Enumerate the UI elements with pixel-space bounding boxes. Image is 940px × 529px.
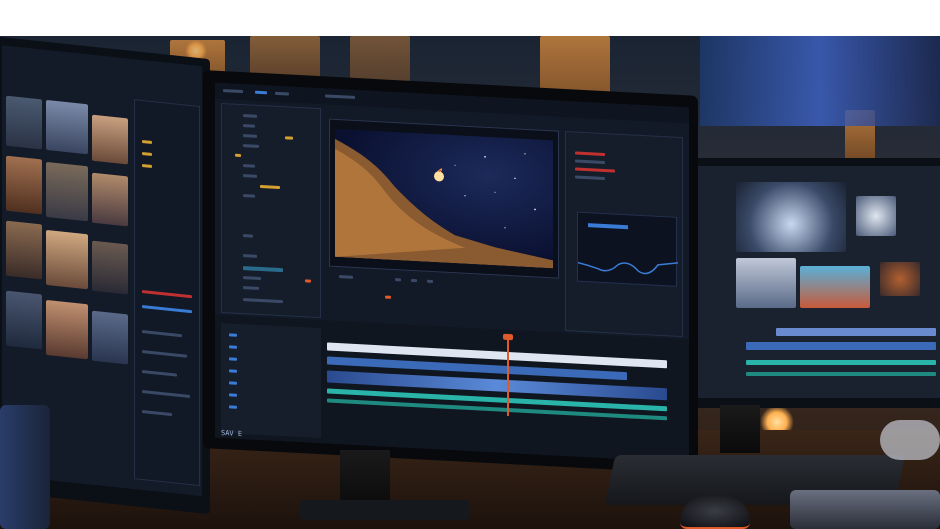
background-monitor-glow (700, 36, 940, 126)
thumbnail (800, 266, 870, 308)
video-call-tile (6, 95, 42, 150)
timeline-clip (746, 372, 936, 376)
project-item[interactable] (235, 153, 241, 157)
track-label (229, 381, 237, 385)
transport-control[interactable] (385, 295, 391, 299)
video-call-tile (46, 161, 88, 222)
project-item[interactable] (305, 279, 311, 283)
transport-control[interactable] (427, 279, 433, 284)
speaker (0, 405, 50, 529)
project-item[interactable] (243, 124, 255, 128)
video-call-tile (6, 155, 42, 215)
track-headers (221, 322, 321, 439)
headphones (880, 420, 940, 460)
video-call-tile (46, 229, 88, 290)
video-call-tile (6, 220, 42, 280)
mountain-scene (335, 138, 553, 269)
track-label (229, 357, 237, 361)
playhead[interactable] (507, 335, 509, 417)
project-panel (221, 102, 321, 319)
transport-control[interactable] (411, 278, 417, 283)
project-item[interactable] (243, 234, 253, 238)
right-monitor (690, 158, 940, 408)
video-preview (736, 182, 846, 252)
project-item[interactable] (243, 194, 255, 198)
video-call-tile (92, 310, 128, 365)
right-monitor-screen (696, 166, 940, 398)
thumbnail (880, 262, 920, 296)
video-call-tile (92, 114, 128, 165)
thumbnail (856, 196, 896, 236)
track-label (229, 369, 237, 373)
center-monitor-base (300, 500, 470, 520)
project-item[interactable] (285, 136, 293, 140)
center-monitor-screen: SAV E (215, 82, 689, 463)
timeline-clip (746, 360, 936, 365)
center-monitor: SAV E (203, 70, 698, 474)
footer-label: SAV E (221, 428, 243, 439)
video-call-tile (6, 290, 42, 350)
video-call-tile (46, 99, 88, 155)
video-call-tile (46, 299, 88, 360)
thumbnail (736, 258, 796, 308)
track-label (229, 393, 237, 397)
video-frame (335, 128, 553, 269)
timeline-clip (746, 342, 936, 350)
right-monitor-stand (720, 405, 760, 453)
photo-scene: SAV E (0, 0, 940, 529)
mouse (680, 495, 750, 529)
playhead-marker[interactable] (503, 333, 513, 341)
track-label (229, 333, 237, 337)
video-call-tile (92, 240, 128, 295)
track-label (229, 405, 237, 409)
transport-control[interactable] (395, 278, 401, 282)
transport-control[interactable] (339, 275, 353, 279)
project-item[interactable] (243, 164, 255, 168)
top-white-band (0, 0, 940, 36)
waveform-scope (577, 211, 679, 287)
bright-light (434, 171, 444, 182)
track-label (229, 345, 237, 349)
tablet (790, 490, 940, 529)
toolbar-item[interactable] (255, 90, 267, 95)
video-call-tile (92, 172, 128, 227)
timeline-clip (776, 328, 936, 336)
